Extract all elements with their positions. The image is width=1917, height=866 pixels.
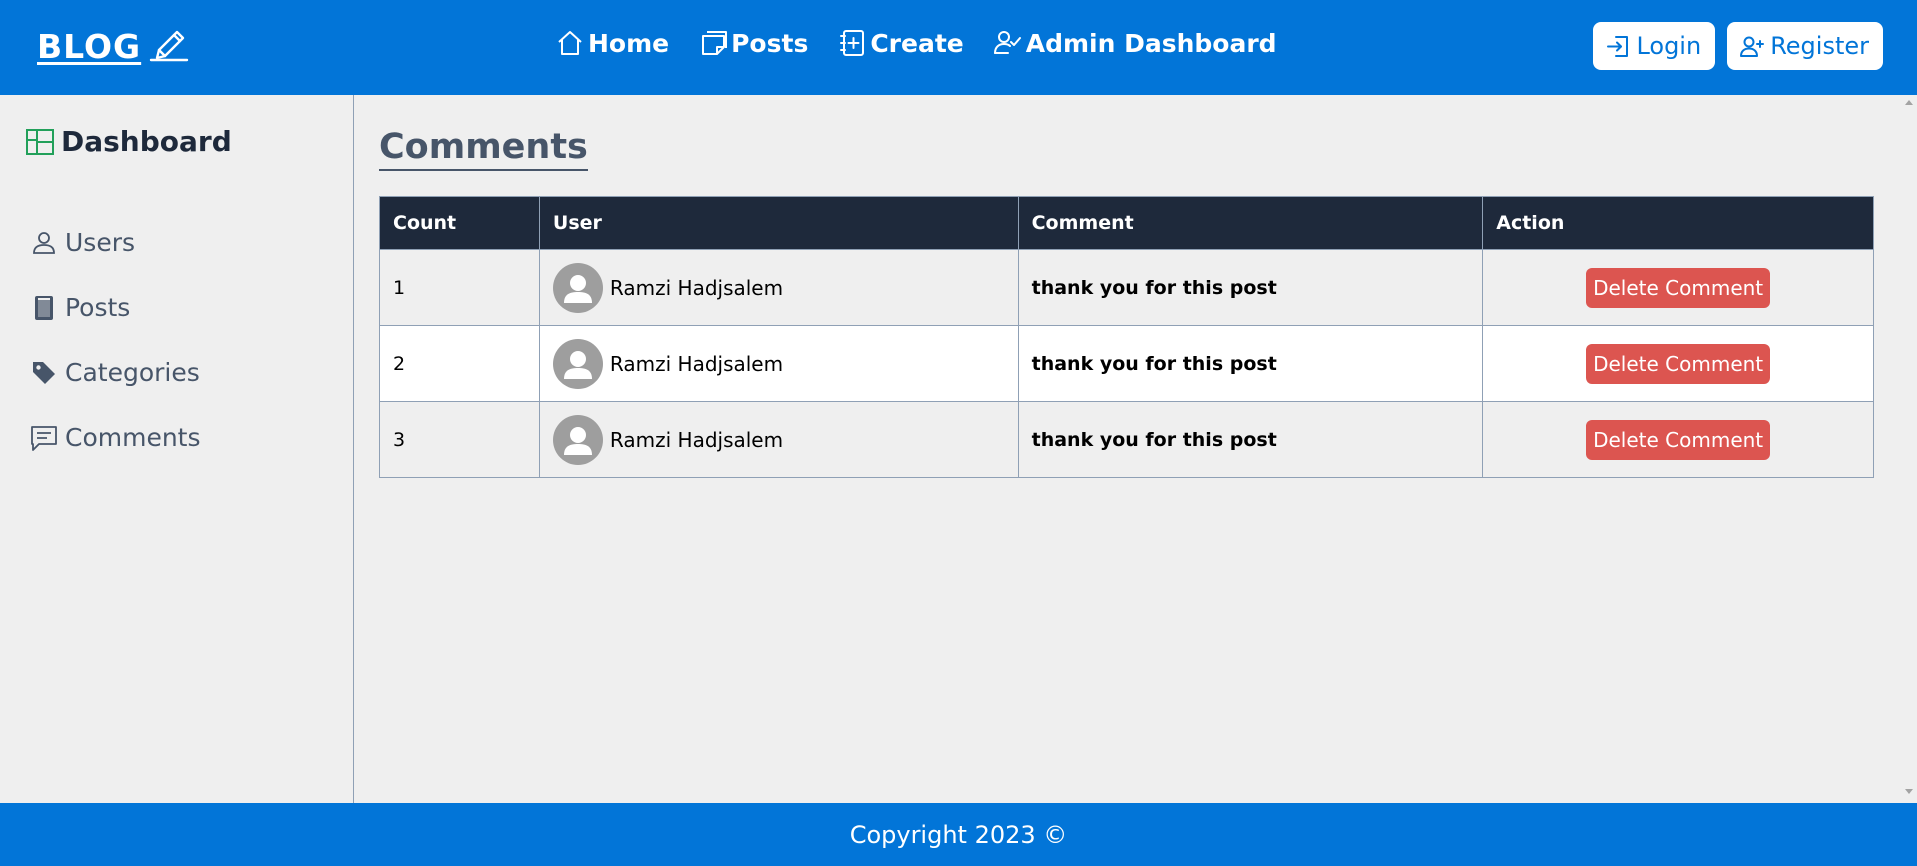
nav-admin-label: Admin Dashboard <box>1025 28 1277 58</box>
sidebar-item-comments[interactable]: Comments <box>30 405 201 470</box>
top-navbar: BLOG Home Posts Create Admin Dashboard L… <box>0 0 1917 95</box>
comment-text: thank you for this post <box>1031 428 1277 451</box>
nav-posts[interactable]: Posts <box>698 28 808 58</box>
register-button[interactable]: Register <box>1727 22 1883 70</box>
login-icon <box>1605 33 1632 60</box>
register-label: Register <box>1770 32 1869 60</box>
sidebar-item-categories[interactable]: Categories <box>30 340 201 405</box>
row-action: Delete Comment <box>1482 401 1874 478</box>
avatar <box>552 414 603 465</box>
login-button[interactable]: Login <box>1593 22 1716 70</box>
delete-comment-button[interactable]: Delete Comment <box>1586 419 1771 460</box>
nav-home[interactable]: Home <box>555 28 669 58</box>
page-footer: Copyright 2023 © <box>0 803 1917 866</box>
row-comment: thank you for this post <box>1017 401 1484 478</box>
delete-comment-button[interactable]: Delete Comment <box>1586 343 1771 384</box>
user-cell: Ramzi Hadjsalem <box>552 338 1005 389</box>
comment-icon <box>30 424 58 452</box>
row-count: 1 <box>379 249 540 326</box>
admin-icon <box>993 28 1023 58</box>
user-name: Ramzi Hadjsalem <box>609 351 784 376</box>
auth-buttons: Login Register <box>1593 22 1883 70</box>
tag-icon <box>30 359 58 387</box>
sidebar-title-label: Dashboard <box>61 125 232 158</box>
table-row: 2 Ramzi Hadjsalem thank you for this pos… <box>379 325 1874 402</box>
dashboard-icon <box>25 127 55 157</box>
footer-text: Copyright 2023 © <box>849 820 1068 849</box>
sidebar-item-label: Posts <box>65 293 131 322</box>
page-title: Comments <box>379 127 588 171</box>
row-user: Ramzi Hadjsalem <box>538 325 1019 402</box>
comment-text: thank you for this post <box>1031 352 1277 375</box>
user-cell: Ramzi Hadjsalem <box>552 414 1005 465</box>
pencil-icon <box>149 26 189 66</box>
add-user-icon <box>1739 33 1766 60</box>
user-name: Ramzi Hadjsalem <box>609 275 784 300</box>
posts-icon <box>30 294 58 322</box>
table-header-row: Count User Comment Action <box>379 196 1874 250</box>
row-action: Delete Comment <box>1482 249 1874 326</box>
row-action: Delete Comment <box>1482 325 1874 402</box>
column-header-action: Action <box>1482 196 1874 250</box>
nav-home-label: Home <box>588 28 670 58</box>
user-icon <box>30 229 58 257</box>
scroll-down-arrow[interactable] <box>1905 789 1913 794</box>
user-cell: Ramzi Hadjsalem <box>552 262 1005 313</box>
row-user: Ramzi Hadjsalem <box>538 249 1019 326</box>
column-header-comment: Comment <box>1017 196 1484 250</box>
comments-table: Count User Comment Action 1 Ramzi Hadjsa… <box>379 196 1874 478</box>
logo-text[interactable]: BLOG <box>37 27 141 66</box>
user-name: Ramzi Hadjsalem <box>609 427 784 452</box>
scroll-up-arrow[interactable] <box>1905 100 1913 105</box>
row-comment: thank you for this post <box>1017 325 1484 402</box>
row-comment: thank you for this post <box>1017 249 1484 326</box>
table-row: 3 Ramzi Hadjsalem thank you for this pos… <box>379 401 1874 478</box>
nav-create-label: Create <box>870 28 964 58</box>
avatar <box>552 338 603 389</box>
sidebar-item-label: Users <box>65 228 136 257</box>
avatar <box>552 262 603 313</box>
sidebar-list: Users Posts Categories Comments <box>30 210 201 470</box>
home-icon <box>555 28 585 58</box>
delete-comment-button[interactable]: Delete Comment <box>1586 267 1771 308</box>
main-nav: Home Posts Create Admin Dashboard <box>555 28 1277 58</box>
column-header-user: User <box>538 196 1019 250</box>
row-count: 2 <box>379 325 540 402</box>
sidebar-item-posts[interactable]: Posts <box>30 275 201 340</box>
sidebar-item-label: Comments <box>65 423 201 452</box>
table-row: 1 Ramzi Hadjsalem thank you for this pos… <box>379 249 1874 326</box>
admin-sidebar: Dashboard Users Posts Categories Comment… <box>0 95 354 803</box>
login-label: Login <box>1636 32 1702 60</box>
comment-text: thank you for this post <box>1031 276 1277 299</box>
blog-logo[interactable]: BLOG <box>37 26 189 66</box>
sidebar-item-users[interactable]: Users <box>30 210 201 275</box>
sidebar-title[interactable]: Dashboard <box>25 125 232 158</box>
column-header-count: Count <box>379 196 540 250</box>
create-icon <box>837 28 867 58</box>
row-count: 3 <box>379 401 540 478</box>
row-user: Ramzi Hadjsalem <box>538 401 1019 478</box>
nav-create[interactable]: Create <box>837 28 964 58</box>
sidebar-item-label: Categories <box>65 358 200 387</box>
nav-posts-label: Posts <box>731 28 809 58</box>
posts-icon <box>698 28 728 58</box>
nav-admin-dashboard[interactable]: Admin Dashboard <box>993 28 1277 58</box>
